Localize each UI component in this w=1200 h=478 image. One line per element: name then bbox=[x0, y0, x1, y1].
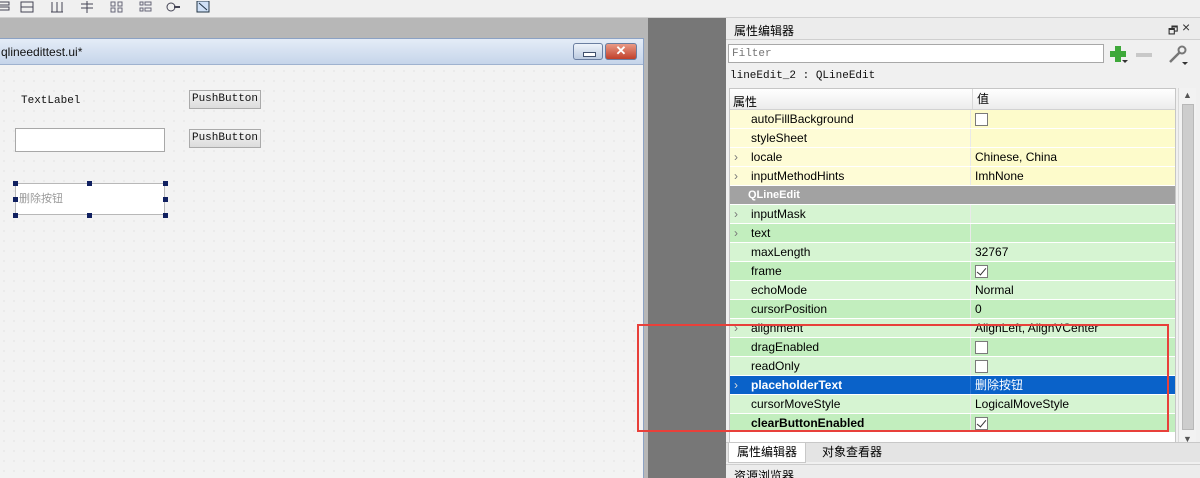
property-table-header: 属性 值 bbox=[730, 89, 1175, 110]
line-edit-2-selected[interactable]: 删除按钮 bbox=[15, 183, 165, 215]
form-window[interactable]: qlineedittest.ui* ✕ TextLabel PushButton… bbox=[0, 38, 644, 478]
property-row[interactable]: frame bbox=[730, 262, 1175, 281]
layout-vertical-icon[interactable] bbox=[0, 0, 12, 14]
property-row[interactable]: › locale Chinese, China bbox=[730, 148, 1175, 167]
splitter-vertical-icon[interactable] bbox=[78, 0, 96, 14]
property-row[interactable]: autoFillBackground bbox=[730, 110, 1175, 129]
property-value[interactable] bbox=[970, 129, 1175, 147]
checkbox-checked[interactable] bbox=[975, 265, 988, 278]
property-name: autoFillBackground bbox=[751, 112, 854, 126]
expand-arrow-icon[interactable]: › bbox=[734, 169, 738, 183]
property-value[interactable] bbox=[970, 224, 1175, 242]
push-button-1[interactable]: PushButton bbox=[189, 90, 261, 109]
property-name: styleSheet bbox=[751, 131, 808, 145]
selection-handle[interactable] bbox=[163, 181, 168, 186]
tab-property-editor[interactable]: 属性编辑器 bbox=[728, 443, 807, 463]
property-row[interactable]: › inputMethodHints ImhNone bbox=[730, 167, 1175, 186]
expand-arrow-icon[interactable]: › bbox=[734, 150, 738, 164]
selection-handle[interactable] bbox=[13, 181, 18, 186]
property-row[interactable]: maxLength 32767 bbox=[730, 243, 1175, 262]
property-value[interactable] bbox=[970, 110, 1175, 128]
property-name: frame bbox=[751, 264, 782, 278]
property-row[interactable]: cursorPosition 0 bbox=[730, 300, 1175, 319]
object-name-label: lineEdit_2 : QLineEdit bbox=[730, 70, 876, 82]
property-name: QLineEdit bbox=[748, 189, 800, 201]
red-highlight-annotation bbox=[637, 324, 1169, 432]
mdi-area: qlineedittest.ui* ✕ TextLabel PushButton… bbox=[0, 18, 648, 478]
property-name: text bbox=[751, 226, 771, 240]
scroll-thumb[interactable] bbox=[1182, 104, 1194, 430]
minus-icon[interactable] bbox=[1136, 53, 1152, 57]
property-name: echoMode bbox=[751, 283, 808, 297]
push-button-2[interactable]: PushButton bbox=[189, 129, 261, 148]
selection-handle[interactable] bbox=[13, 197, 18, 202]
property-value[interactable] bbox=[970, 205, 1175, 223]
checkbox-unchecked[interactable] bbox=[975, 113, 988, 126]
grid-layout-icon[interactable] bbox=[108, 0, 126, 14]
tab-object-inspector[interactable]: 对象查看器 bbox=[814, 443, 890, 463]
form-title-bar[interactable]: qlineedittest.ui* ✕ bbox=[0, 39, 643, 65]
property-name: cursorPosition bbox=[751, 302, 828, 316]
property-row[interactable]: › text bbox=[730, 224, 1175, 243]
resource-browser-title-bar[interactable]: 资源浏览器 bbox=[726, 464, 1200, 478]
selection-handle[interactable] bbox=[87, 213, 92, 218]
selection-handle[interactable] bbox=[163, 213, 168, 218]
filter-row bbox=[726, 42, 1200, 66]
scroll-up-icon[interactable]: ▲ bbox=[1183, 90, 1192, 100]
property-editor-title: 属性编辑器 bbox=[734, 24, 795, 38]
filter-input[interactable] bbox=[728, 44, 1104, 63]
property-value[interactable] bbox=[970, 262, 1175, 280]
property-name: maxLength bbox=[751, 245, 811, 259]
property-scrollbar[interactable]: ▲ ▼ bbox=[1178, 88, 1196, 450]
property-editor-title-bar[interactable]: 属性编辑器 🗗 × bbox=[726, 18, 1200, 40]
selection-handle[interactable] bbox=[13, 213, 18, 218]
line-edit-1[interactable] bbox=[15, 128, 165, 152]
close-button[interactable]: ✕ bbox=[605, 43, 637, 60]
value-column-header[interactable]: 值 bbox=[972, 89, 989, 109]
splitter-horizontal-icon[interactable] bbox=[48, 0, 66, 14]
property-value[interactable]: 0 bbox=[970, 300, 1175, 318]
property-value[interactable]: Chinese, China bbox=[970, 148, 1175, 166]
form-layout-icon[interactable] bbox=[136, 0, 154, 14]
layout-horizontal-icon[interactable] bbox=[18, 0, 36, 14]
resource-browser-title: 资源浏览器 bbox=[734, 469, 795, 478]
property-name: inputMethodHints bbox=[751, 169, 845, 183]
property-name: locale bbox=[751, 150, 783, 164]
dock-tab-bar: 属性编辑器 对象查看器 bbox=[726, 442, 1200, 463]
property-value[interactable]: Normal bbox=[970, 281, 1175, 299]
plus-icon[interactable] bbox=[1108, 44, 1128, 64]
form-title: qlineedittest.ui* bbox=[1, 45, 83, 59]
break-layout-icon[interactable] bbox=[164, 0, 182, 14]
property-row[interactable]: echoMode Normal bbox=[730, 281, 1175, 300]
minimize-button[interactable] bbox=[573, 43, 603, 60]
qt-designer-window: qlineedittest.ui* ✕ TextLabel PushButton… bbox=[0, 0, 1200, 478]
float-icon[interactable]: 🗗 bbox=[1168, 22, 1178, 41]
property-value[interactable]: 32767 bbox=[970, 243, 1175, 261]
property-value[interactable]: ImhNone bbox=[970, 167, 1175, 185]
expand-arrow-icon[interactable]: › bbox=[734, 226, 738, 240]
property-column-header[interactable]: 属性 bbox=[733, 93, 757, 110]
property-row[interactable]: › inputMask bbox=[730, 205, 1175, 224]
close-icon[interactable]: × bbox=[1182, 19, 1190, 35]
selection-handle[interactable] bbox=[163, 197, 168, 202]
form-canvas[interactable]: TextLabel PushButton PushButton 删除按钮 bbox=[0, 66, 643, 478]
property-name: inputMask bbox=[751, 207, 806, 221]
expand-arrow-icon[interactable]: › bbox=[734, 207, 738, 221]
adjust-size-icon[interactable] bbox=[194, 0, 212, 14]
property-section-header[interactable]: QLineEdit bbox=[730, 186, 1175, 205]
selection-handle[interactable] bbox=[87, 181, 92, 186]
designer-toolbar bbox=[0, 0, 1200, 18]
property-row[interactable]: styleSheet bbox=[730, 129, 1175, 148]
text-label-widget[interactable]: TextLabel bbox=[21, 95, 80, 107]
wrench-icon[interactable] bbox=[1166, 44, 1188, 66]
